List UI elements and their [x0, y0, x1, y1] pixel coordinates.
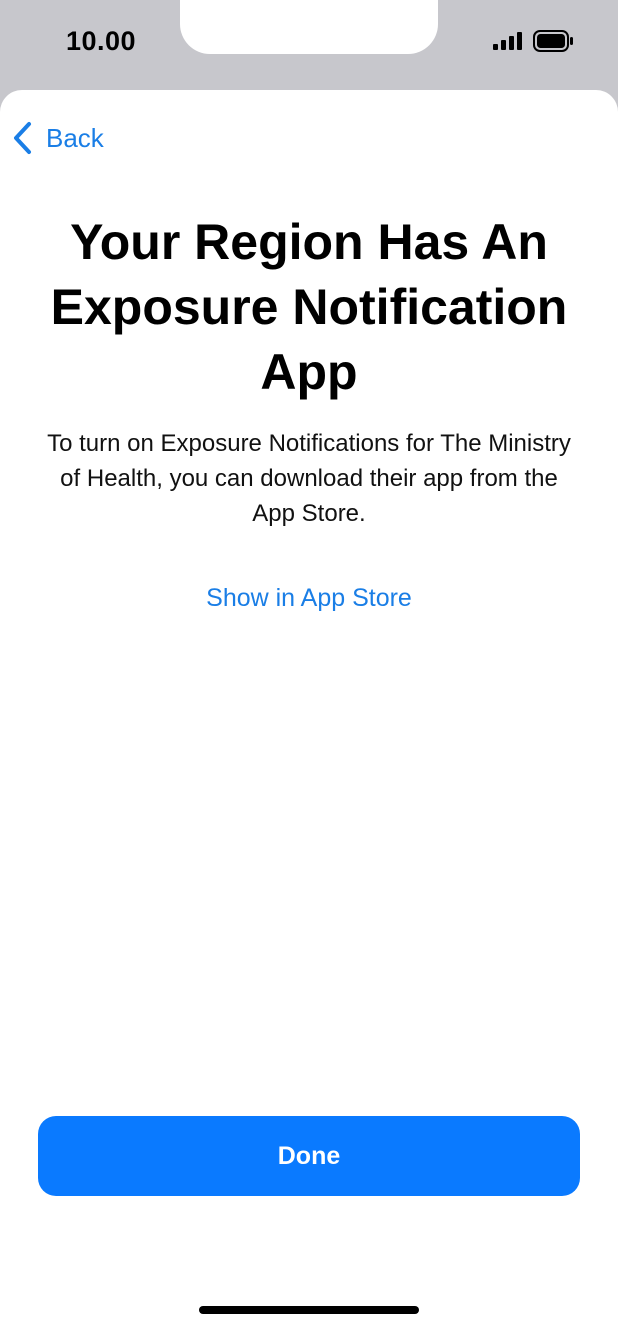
device-screen: 10.00 Back Your Region Has An Exposure N… [0, 0, 618, 1337]
back-label: Back [46, 122, 104, 153]
done-button[interactable]: Done [38, 1116, 580, 1196]
notch [166, 0, 452, 54]
modal-sheet: Back Your Region Has An Exposure Notific… [0, 90, 618, 1337]
status-time: 10.00 [66, 26, 137, 56]
home-indicator[interactable] [199, 1306, 419, 1314]
show-in-app-store-link[interactable]: Show in App Store [100, 584, 518, 613]
battery-icon [533, 30, 573, 52]
page-title: Your Region Has An Exposure Notification… [50, 214, 568, 400]
back-button[interactable]: Back [12, 118, 104, 158]
status-bar: 10.00 [0, 0, 618, 90]
description-text: To turn on Exposure Notifications for Th… [47, 430, 571, 527]
chevron-left-icon [14, 122, 31, 154]
signal-bars-icon [493, 32, 522, 50]
